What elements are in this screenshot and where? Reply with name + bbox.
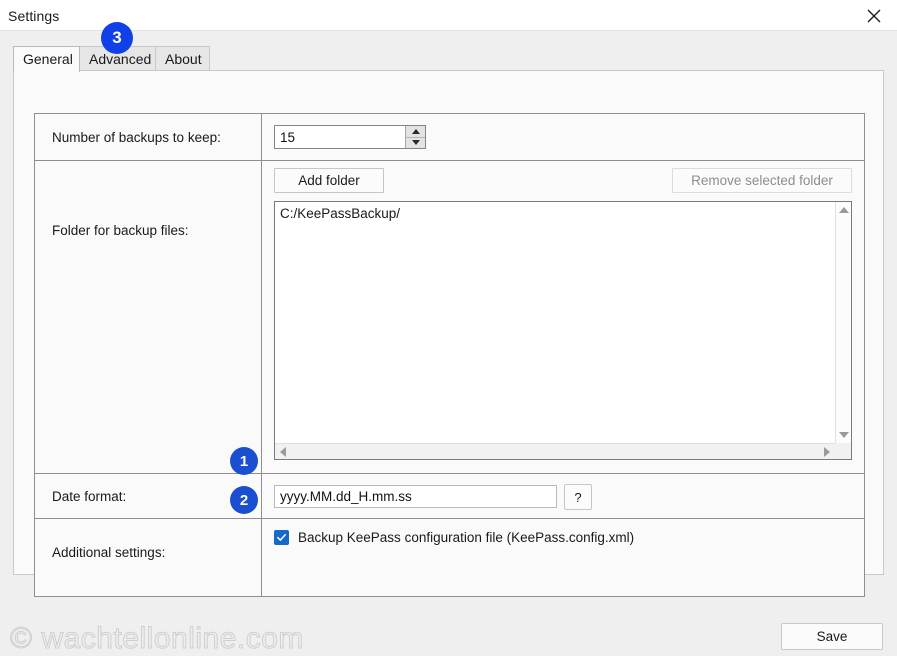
settings-grid: Number of backups to keep: 15 Folder for… [34,113,865,597]
scroll-arrow-left-icon [280,447,286,457]
triangle-up-icon [411,128,420,134]
backup-folder-list-items: C:/KeePassBackup/ [275,202,835,443]
watermark: © wachtellonline.com [10,622,304,656]
backup-folder-list[interactable]: C:/KeePassBackup/ [274,201,852,460]
stepper-decrement-button[interactable] [406,137,425,148]
checkmark-icon [277,533,286,541]
remove-selected-folder-button-label: Remove selected folder [691,173,833,188]
close-button[interactable] [851,0,897,31]
date-format-row: Date format: yyyy.MM.dd_H.mm.ss ? [35,474,864,519]
stepper-increment-button[interactable] [406,126,425,138]
tab-general-label: General [23,51,73,67]
tab-about-label: About [165,51,202,67]
dialog-body: General Advanced About Number of backups… [0,31,897,656]
scroll-down-button[interactable] [836,427,852,443]
list-item[interactable]: C:/KeePassBackup/ [275,202,835,221]
scroll-arrow-right-icon [824,447,830,457]
tab-general[interactable]: General [13,46,80,72]
callout-badge-2: 2 [230,486,258,514]
scrollbar-corner [835,443,851,459]
scroll-right-button[interactable] [819,444,835,460]
scroll-left-button[interactable] [275,444,291,460]
additional-settings-row: Additional settings: Backup KeePass conf… [35,519,864,596]
save-button[interactable]: Save [781,623,883,650]
backup-config-checkbox-row[interactable]: Backup KeePass configuration file (KeePa… [274,530,634,545]
save-button-label: Save [816,629,848,644]
tab-about[interactable]: About [155,46,210,71]
backups-to-keep-input[interactable]: 15 [275,126,405,148]
vertical-scrollbar[interactable] [835,202,851,443]
title-bar: Settings [0,0,897,31]
date-format-input[interactable]: yyyy.MM.dd_H.mm.ss [274,485,557,508]
backup-folder-row: Folder for backup files: Add folder Remo… [35,161,864,474]
close-icon [866,8,882,24]
callout-badge-3: 3 [101,22,133,54]
add-folder-button-label: Add folder [298,173,360,188]
scroll-arrow-down-icon [839,432,849,438]
date-format-help-button[interactable]: ? [564,484,592,510]
backups-to-keep-field: 15 [262,114,864,160]
backup-folder-label: Folder for backup files: [35,161,262,473]
remove-selected-folder-button[interactable]: Remove selected folder [672,168,852,193]
scroll-arrow-up-icon [839,207,849,213]
date-format-field: yyyy.MM.dd_H.mm.ss ? [262,474,864,518]
triangle-down-icon [411,140,420,146]
backup-config-checkbox[interactable] [274,530,289,545]
date-format-label: Date format: [35,474,262,518]
backups-to-keep-stepper[interactable]: 15 [274,125,426,149]
horizontal-scrollbar[interactable] [275,443,835,459]
scroll-up-button[interactable] [836,202,852,218]
tab-strip: General Advanced About [13,46,884,72]
tab-page-general: Number of backups to keep: 15 Folder for… [13,70,884,597]
additional-settings-label: Additional settings: [35,519,262,596]
backup-config-checkbox-label: Backup KeePass configuration file (KeePa… [298,530,635,545]
additional-settings-field: Backup KeePass configuration file (KeePa… [262,519,864,596]
add-folder-button[interactable]: Add folder [274,168,384,193]
backups-to-keep-row: Number of backups to keep: 15 [35,114,864,161]
backup-folder-field: Add folder Remove selected folder C:/Kee… [262,161,864,473]
question-mark-icon: ? [574,489,582,505]
window-title: Settings [8,8,60,24]
stepper-buttons [405,126,425,148]
callout-badge-1: 1 [230,447,258,475]
backups-to-keep-label: Number of backups to keep: [35,114,262,160]
